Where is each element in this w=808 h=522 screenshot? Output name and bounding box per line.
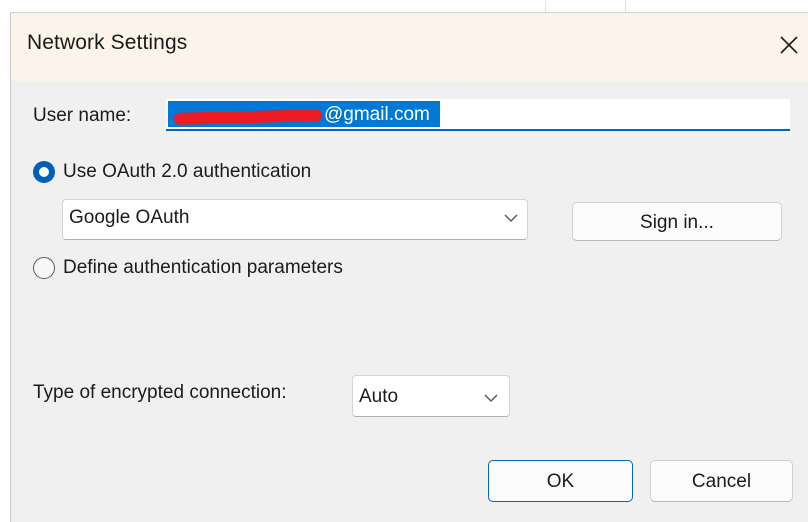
close-icon [780,36,798,54]
cancel-label: Cancel [691,471,752,492]
chevron-down-icon [504,214,518,223]
cancel-button[interactable]: Cancel [650,460,793,502]
oauth-radio[interactable] [33,161,55,183]
close-button[interactable] [769,25,808,65]
oauth-radio-label[interactable]: Use OAuth 2.0 authentication [63,161,311,183]
dialog-title: Network Settings [27,31,188,54]
network-settings-dialog: Network Settings User name: @gmail.com U… [10,12,808,522]
encryption-select[interactable]: Auto [352,375,510,417]
background-divider [625,0,626,12]
sign-in-button[interactable]: Sign in... [572,202,782,241]
encryption-label: Type of encrypted connection: [33,382,287,403]
oauth-provider-select[interactable]: Google OAuth [62,199,528,240]
username-input[interactable]: @gmail.com [166,99,790,131]
define-params-label[interactable]: Define authentication parameters [63,257,343,279]
chevron-down-icon [484,394,498,403]
encryption-value: Auto [359,386,399,407]
define-params-radio[interactable] [33,257,55,279]
background-divider [545,0,546,12]
username-label: User name: [33,105,132,126]
ok-label: OK [546,471,575,492]
username-selection: @gmail.com [168,101,440,127]
ok-button[interactable]: OK [488,460,633,502]
title-bar: Network Settings [11,13,808,81]
oauth-provider-value: Google OAuth [69,207,190,228]
sign-in-label: Sign in... [640,212,714,233]
username-value: @gmail.com [324,104,430,125]
redaction-mark [173,109,323,125]
